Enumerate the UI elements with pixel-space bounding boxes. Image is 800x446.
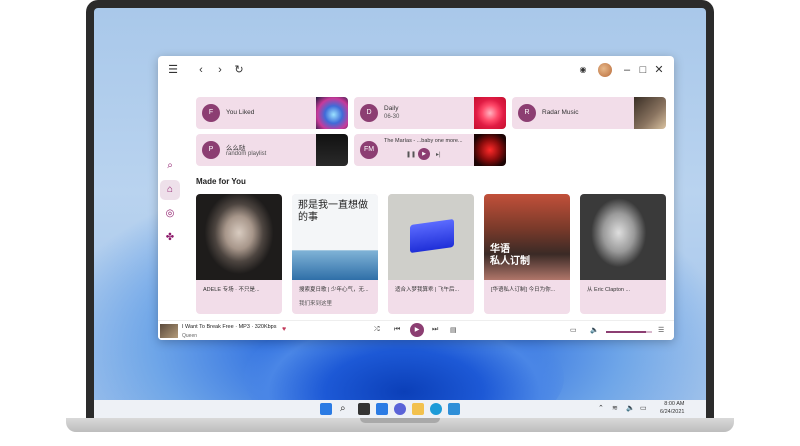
blue-block-art: [410, 218, 454, 254]
file-explorer-icon[interactable]: [412, 403, 424, 415]
battery-icon[interactable]: ▭: [640, 404, 647, 412]
tile-daily[interactable]: D Daily 06-30: [354, 97, 506, 129]
volume-icon[interactable]: 🔈: [590, 326, 599, 334]
laptop-notch: [360, 418, 440, 423]
shuffle-icon[interactable]: ⤮: [374, 326, 380, 334]
card-cover: 那是我一直想做的事: [292, 194, 378, 280]
tray-chevron-icon[interactable]: ⌃: [598, 404, 604, 412]
queue-icon[interactable]: ☰: [658, 326, 664, 334]
tile-cover: [316, 97, 348, 129]
tile-avatar: R: [518, 104, 536, 122]
volume-fill: [606, 331, 647, 333]
wifi-icon[interactable]: ≋: [612, 404, 618, 412]
laptop-frame: ☰ ‹ › ↻ ◉ – □ ✕ ⌕ ⌂ ◎ ✤ F You Liked D Da…: [86, 0, 714, 418]
card-overlay-text: 华语 私人订制: [490, 244, 530, 267]
like-icon[interactable]: ♥: [282, 326, 286, 333]
player-bar: I Want To Break Free · MP3 · 320Kbps Que…: [158, 320, 674, 340]
forward-icon[interactable]: ›: [213, 63, 227, 77]
tile-title: The Marías - ...baby one more...: [384, 138, 463, 144]
search-taskbar-icon[interactable]: ⌕: [340, 403, 352, 415]
titlebar: ☰ ‹ › ↻ ◉ – □ ✕: [158, 56, 674, 84]
tile-subtitle: random playlist: [226, 151, 267, 157]
card-caption: ADELE 专场 · 不只是...: [203, 287, 260, 293]
tile-title: You Liked: [226, 109, 255, 116]
card-caption: 适合入梦我算乖 | 飞午后...: [395, 287, 460, 293]
clock-time: 8:00 AM: [664, 401, 685, 407]
taskbar: ⌕ ⌃ ≋ 🔈 ▭ 8:00 AM 6/24/2021: [94, 400, 706, 418]
tile-playlist[interactable]: P 么么哒 random playlist: [196, 134, 348, 166]
tile-avatar: D: [360, 104, 378, 122]
tile-avatar: FM: [360, 141, 378, 159]
fm-play-icon[interactable]: ▶: [418, 148, 430, 160]
card-caption-2: 我们来到这里: [299, 301, 333, 307]
card-cover: 华语 私人订制: [484, 194, 570, 280]
now-playing-title: I Want To Break Free · MP3 · 320Kbps: [182, 324, 277, 330]
search-icon[interactable]: ⌕: [160, 156, 180, 176]
card-chinese[interactable]: 华语 私人订制 [华语私人订制] 今日为你...: [484, 194, 570, 314]
minimize-icon[interactable]: –: [620, 63, 634, 77]
task-view-icon[interactable]: [358, 403, 370, 415]
menu-icon[interactable]: ☰: [166, 63, 180, 77]
now-playing-artist: Queen: [182, 333, 198, 339]
next-icon[interactable]: ⏭: [432, 326, 438, 334]
previous-icon[interactable]: ⏮: [394, 326, 400, 334]
tile-avatar: P: [202, 141, 220, 159]
card-caption: 搜索夏日歌 | 少年心气，无...: [299, 287, 369, 293]
now-playing-cover: [160, 324, 178, 338]
tile-title: Radar Music: [542, 109, 579, 116]
clock-date: 6/24/2021: [660, 408, 685, 415]
clock[interactable]: 8:00 AM 6/24/2021: [660, 401, 684, 416]
tile-title: Daily: [384, 105, 399, 112]
card-cover: [388, 194, 474, 280]
nav-rail: ⌕ ⌂ ◎ ✤: [160, 156, 182, 252]
card-caption: [华语私人订制] 今日为你...: [491, 287, 556, 293]
edge-icon[interactable]: [430, 403, 442, 415]
tile-cover: [316, 134, 348, 166]
library-icon[interactable]: ✤: [160, 228, 180, 248]
tile-cover: [634, 97, 666, 129]
tile-cover: [474, 97, 506, 129]
chat-icon[interactable]: [394, 403, 406, 415]
discover-icon[interactable]: ◎: [160, 204, 180, 224]
start-icon[interactable]: [320, 403, 332, 415]
card-eric[interactable]: 从 Eric Clapton ...: [580, 194, 666, 314]
tile-subtitle: 06-30: [384, 114, 400, 120]
card-caption: 从 Eric Clapton ...: [587, 287, 631, 293]
play-button[interactable]: ▶: [410, 323, 424, 337]
fm-pause-icon[interactable]: ❚❚: [406, 151, 416, 158]
card-dream[interactable]: 适合入梦我算乖 | 飞午后...: [388, 194, 474, 314]
maximize-icon[interactable]: □: [636, 63, 650, 77]
card-adele[interactable]: ADELE 专场 · 不只是...: [196, 194, 282, 314]
card-summer[interactable]: 那是我一直想做的事 搜索夏日歌 | 少年心气，无... 我们来到这里: [292, 194, 378, 314]
user-avatar[interactable]: [598, 63, 612, 77]
tile-fm[interactable]: FM The Marías - ...baby one more... ❚❚ ▶…: [354, 134, 506, 166]
close-icon[interactable]: ✕: [652, 63, 666, 77]
card-cover: [580, 194, 666, 280]
tile-you-liked[interactable]: F You Liked: [196, 97, 348, 129]
settings-icon[interactable]: ◉: [576, 63, 590, 77]
tile-avatar: F: [202, 104, 220, 122]
mini-player-icon[interactable]: ▭: [570, 326, 577, 334]
store-icon[interactable]: [448, 403, 460, 415]
desktop-screen: ☰ ‹ › ↻ ◉ – □ ✕ ⌕ ⌂ ◎ ✤ F You Liked D Da…: [94, 8, 706, 418]
tile-cover: [474, 134, 506, 166]
lyrics-icon[interactable]: ▤: [450, 326, 457, 334]
tile-radar[interactable]: R Radar Music: [512, 97, 666, 129]
app-window: ☰ ‹ › ↻ ◉ – □ ✕ ⌕ ⌂ ◎ ✤ F You Liked D Da…: [158, 56, 674, 340]
speaker-icon[interactable]: 🔈: [626, 404, 635, 412]
card-calligraphy: 那是我一直想做的事: [298, 200, 368, 223]
widgets-icon[interactable]: [376, 403, 388, 415]
fm-next-icon[interactable]: ▸|: [436, 151, 441, 158]
section-title: Made for You: [196, 177, 246, 186]
home-icon[interactable]: ⌂: [160, 180, 180, 200]
card-cover: [196, 194, 282, 280]
back-icon[interactable]: ‹: [194, 63, 208, 77]
refresh-icon[interactable]: ↻: [232, 63, 246, 77]
